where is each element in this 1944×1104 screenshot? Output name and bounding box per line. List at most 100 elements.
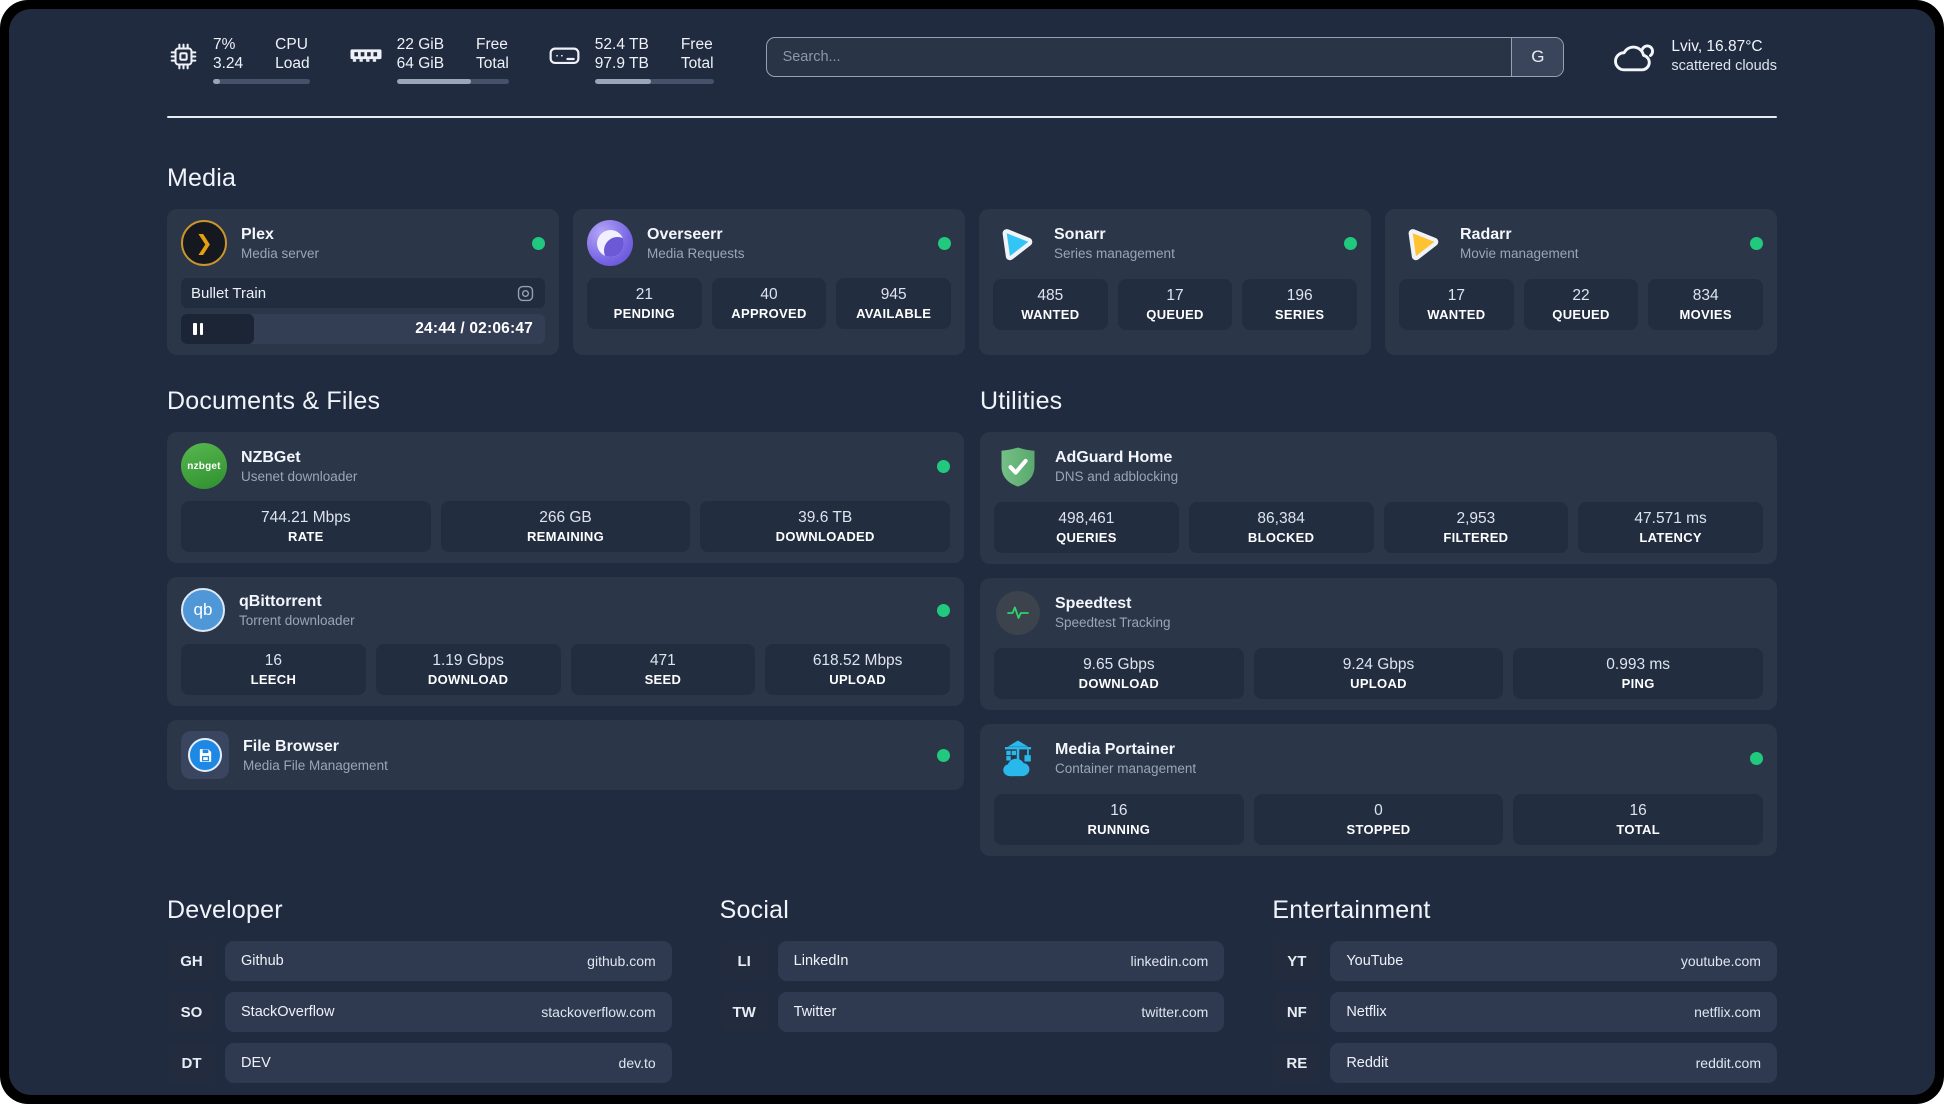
search-input[interactable] [766,38,1512,76]
app-card-overseerr[interactable]: Overseerr Media Requests 21 PENDING 40 APP… [573,209,965,355]
bookmark-link-twitter[interactable]: TW Twitter twitter.com [719,992,1225,1032]
bookmark-group-developer: Developer GH Github github.com SO StackOv… [167,896,672,1094]
bookmark-abbr: YT [1272,941,1322,981]
section-title-utilities: Utilities [980,387,1063,415]
app-description: Usenet downloader [241,468,358,484]
search-bar: G [765,37,1565,77]
stat-upload: 9.24 Gbps UPLOAD [1253,648,1504,699]
app-description: Media Requests [647,245,745,261]
cloud-icon [1614,44,1655,71]
app-card-speedtest[interactable]: Speedtest Speedtest Tracking 9.65 Gbps DO… [980,578,1777,710]
app-card-qbittorrent[interactable]: qb qBittorrent Torrent downloader 16 LEEC… [167,577,964,706]
app-card-filebrowser[interactable]: File Browser Media File Management [167,720,964,790]
bookmark-abbr: LI [719,941,769,981]
stat-pending: 21 PENDING [587,278,702,329]
bookmark-link-stackoverflow[interactable]: SO StackOverflow stackoverflow.com [167,992,672,1032]
app-description: Media File Management [243,757,388,773]
bookmark-abbr: GH [167,941,216,981]
app-name: AdGuard Home [1055,449,1173,466]
playback-time: 24:44 / 02:06:47 [415,320,533,337]
app-card-plex[interactable]: ❯ Plex Media server Bullet Train 24:44 /… [167,209,559,355]
app-name: NZBGet [241,448,301,466]
stat-remaining: 266 GB REMAINING [440,501,691,552]
cpu-load-value: 3.24 [213,55,244,72]
memory-total-value: 64 GiB [396,55,445,72]
status-dot [937,459,950,473]
app-description: Series management [1054,246,1175,261]
weather-widget: Lviv, 16.87°C scattered clouds [1612,37,1777,76]
bookmark-link-dev[interactable]: DT DEV dev.to [167,1043,672,1083]
app-description: Movie management [1460,246,1579,261]
app-card-adguard[interactable]: AdGuard Home DNS and adblocking 498,461 Q… [980,432,1777,564]
now-playing-title: Bullet Train [191,284,267,302]
app-name: Radarr [1460,226,1512,243]
stat-series: 196 SERIES [1242,279,1357,330]
disk-icon [549,47,580,65]
plex-now-playing: Bullet Train 24:44 / 02:06:47 [181,278,545,344]
stat-seed: 471 SEED [570,644,756,695]
stat-queued: 22 QUEUED [1523,279,1639,330]
window-frame: 7% CPU 3.24 Load 22 GiB Free 64 GiB Tota… [0,0,1944,1104]
section-title-documents: Documents & Files [167,387,381,415]
app-description: Media server [241,245,320,261]
bookmark-link-linkedin[interactable]: LI LinkedIn linkedin.com [719,941,1225,981]
app-card-nzbget[interactable]: nzbget NZBGet Usenet downloader 744.21 M… [167,432,964,563]
stat-blocked: 86,384 BLOCKED [1188,502,1374,553]
playback-progress-bar[interactable]: 24:44 / 02:06:47 [181,314,545,344]
adguard-icon [994,443,1041,490]
bookmark-link-netflix[interactable]: NF Netflix netflix.com [1272,992,1777,1032]
stat-approved: 40 APPROVED [711,278,827,329]
bookmark-group-social: Social LI LinkedIn linkedin.com TW Twitte… [719,896,1225,1094]
bookmark-abbr: DT [167,1043,216,1083]
documents-column: Documents & Files nzbget NZBGet Usenet d… [167,387,964,856]
section-title-media: Media [167,164,237,192]
section-title-entertainment: Entertainment [1272,896,1431,924]
overseerr-icon [587,220,633,266]
speedtest-icon [994,589,1041,636]
radarr-icon [1399,220,1446,267]
status-dot [1750,237,1763,250]
qbittorrent-icon: qb [181,588,225,632]
header-divider [167,116,1777,118]
status-dot [1344,237,1357,250]
bookmark-link-reddit[interactable]: RE Reddit reddit.com [1272,1043,1777,1083]
disk-free-value: 52.4 TB [594,36,649,53]
weather-location-temp: Lviv, 16.87°C [1671,38,1763,55]
weather-condition: scattered clouds [1671,58,1777,74]
nzbget-icon: nzbget [181,443,227,489]
filebrowser-icon [181,731,229,779]
utilities-column: Utilities AdGuard Home DNS and adblockin… [980,387,1777,856]
app-card-radarr[interactable]: Radarr Movie management 17 WANTED 22 QUEUE… [1385,209,1777,355]
section-title-social: Social [719,896,789,924]
stat-rate: 744.21 Mbps RATE [181,501,431,552]
cpu-chip-icon [170,43,197,70]
status-dot [532,236,545,250]
search-engine-button[interactable]: G [1511,38,1564,76]
app-name: Sonarr [1054,226,1106,243]
app-description: Torrent downloader [239,612,355,628]
cpu-label: CPU [275,36,308,53]
bookmark-link-github[interactable]: GH Github github.com [167,941,672,981]
cast-icon[interactable] [516,284,535,303]
stat-upload: 618.52 Mbps UPLOAD [765,644,950,695]
media-card-grid: ❯ Plex Media server Bullet Train 24:44 /… [167,209,1777,355]
now-playing-bar: Bullet Train [181,278,545,308]
memory-total-label: Total [476,55,509,72]
stat-download: 1.19 Gbps DOWNLOAD [375,644,561,695]
status-dot [937,603,950,617]
pause-icon[interactable] [193,323,203,335]
app-card-sonarr[interactable]: Sonarr Series management 485 WANTED 17 QUE… [979,209,1371,355]
bookmark-abbr: NF [1272,992,1322,1032]
stat-downloaded: 39.6 TB DOWNLOADED [700,501,950,552]
stat-movies: 834 MOVIES [1648,279,1763,330]
app-description: DNS and adblocking [1055,469,1179,484]
stat-queries: 498,461 QUERIES [994,502,1179,553]
bookmark-link-youtube[interactable]: YT YouTube youtube.com [1272,941,1777,981]
playback-elapsed-fill [181,314,254,344]
stat-download: 9.65 Gbps DOWNLOAD [994,648,1244,699]
app-name: Media Portainer [1055,741,1176,758]
app-card-portainer[interactable]: Media Portainer Container management 16 R… [980,724,1777,856]
bookmark-abbr: SO [167,992,216,1032]
app-description: Speedtest Tracking [1055,615,1171,630]
disk-free-label: Free [680,36,713,53]
